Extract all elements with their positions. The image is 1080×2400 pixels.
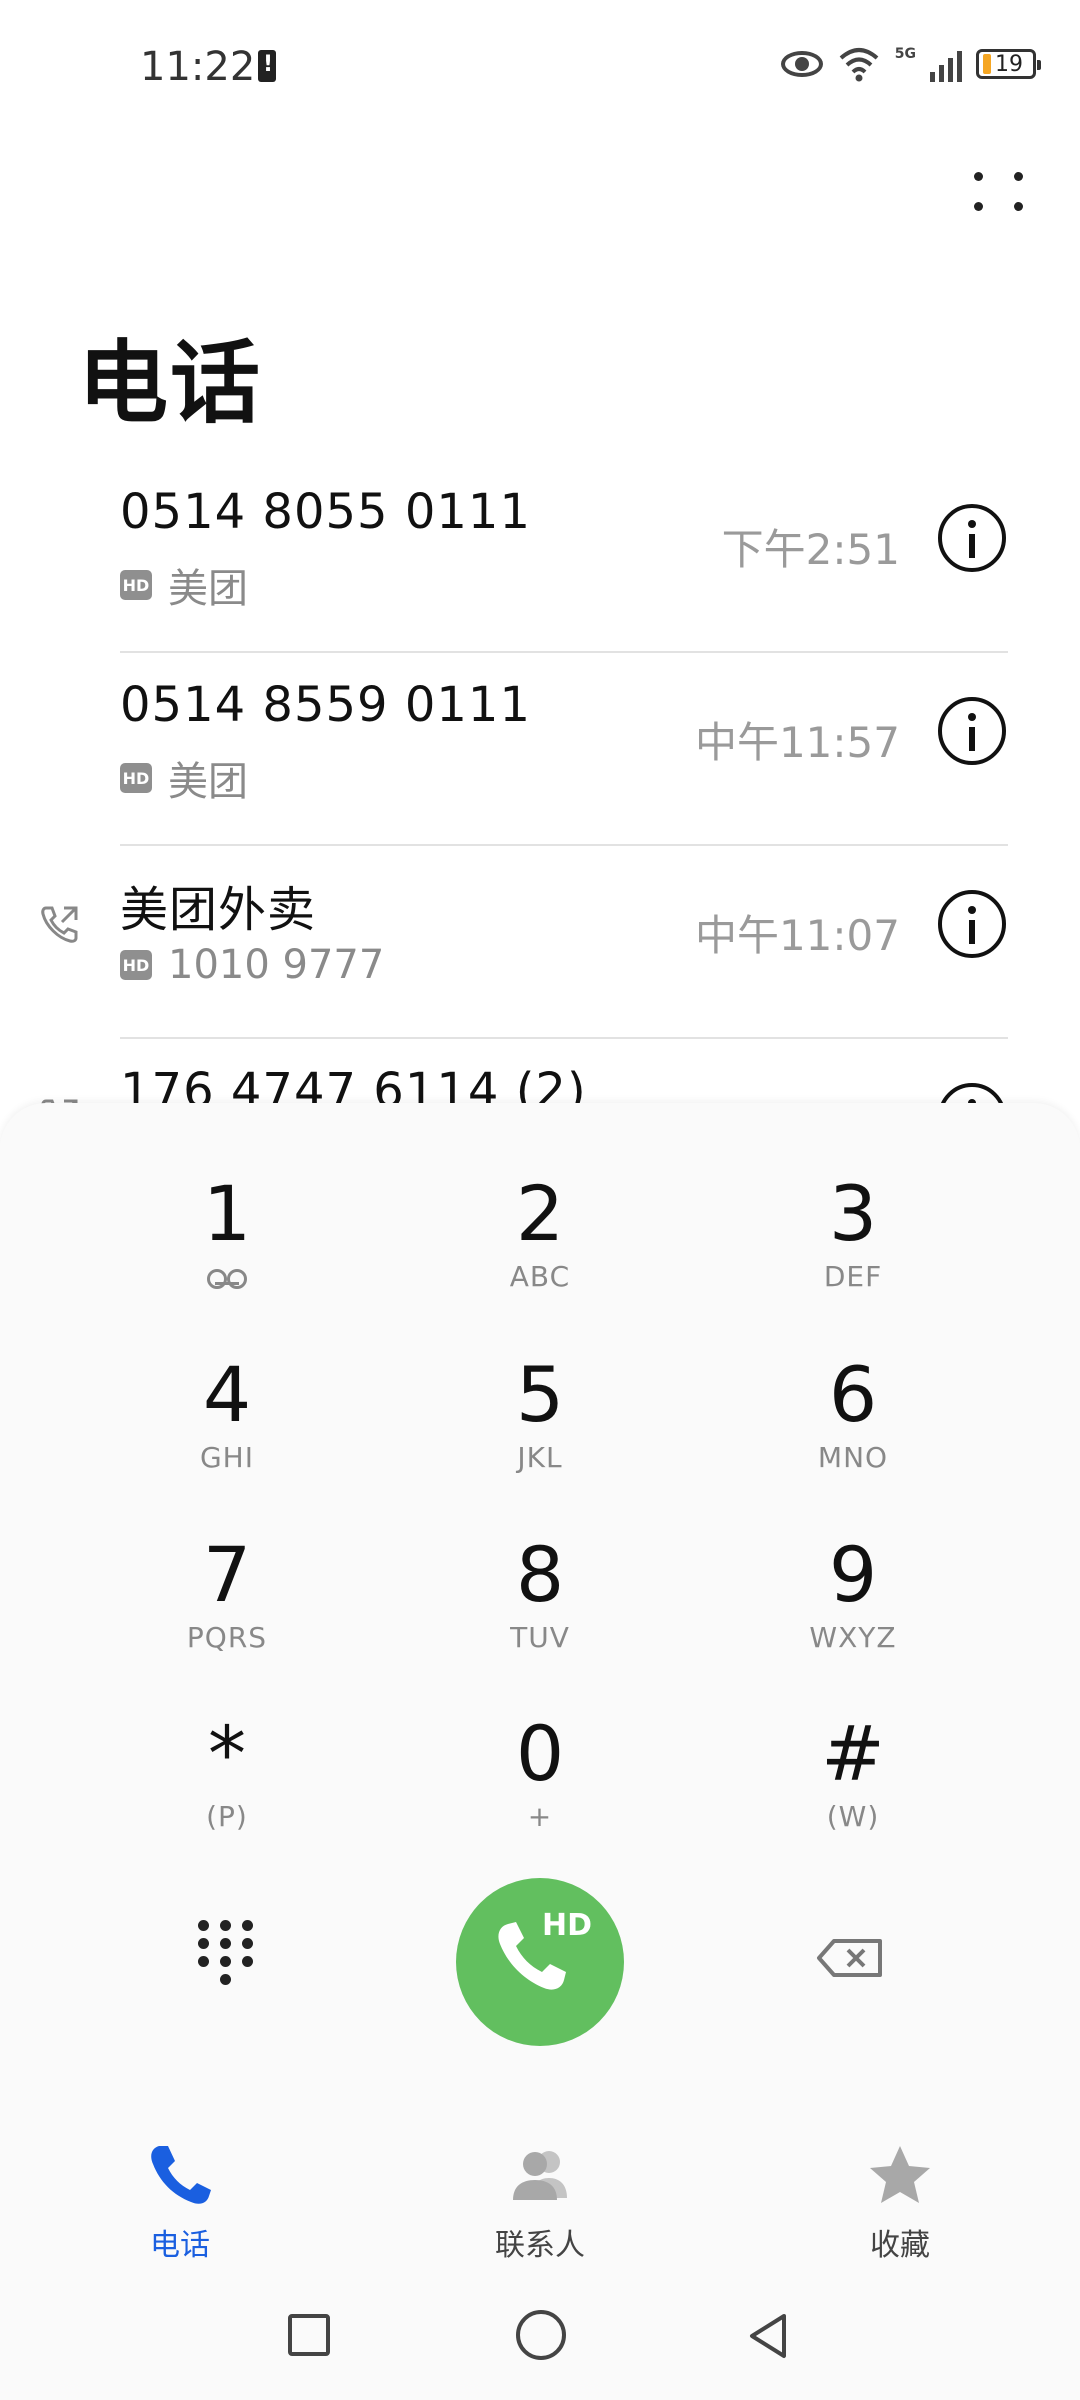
hd-badge: HD bbox=[542, 1908, 593, 1943]
call-button[interactable]: HD bbox=[456, 1878, 624, 2046]
call-time: 下午2:51 bbox=[721, 525, 900, 574]
call-contact-name: 美团外卖 bbox=[120, 882, 317, 938]
call-label: 1010 9777 bbox=[168, 942, 385, 988]
system-nav-bar bbox=[0, 2272, 1080, 2400]
call-subtitle: HD 美团 bbox=[120, 749, 248, 807]
call-time: 中午11:07 bbox=[694, 911, 900, 960]
hd-icon: HD bbox=[120, 570, 152, 600]
dial-key-8[interactable]: 8 TUV bbox=[420, 1530, 660, 1690]
wifi-icon bbox=[839, 48, 879, 82]
tab-contacts-label: 联系人 bbox=[495, 2228, 585, 2263]
tab-favorites-label: 收藏 bbox=[870, 2228, 930, 2263]
page-title: 电话 bbox=[78, 331, 262, 436]
tab-favorites[interactable]: 收藏 bbox=[800, 2140, 1000, 2264]
status-time: 11:22 bbox=[140, 44, 256, 90]
tab-phone[interactable]: 电话 bbox=[80, 2140, 280, 2264]
info-icon[interactable] bbox=[938, 504, 1006, 572]
tab-contacts[interactable]: 联系人 bbox=[440, 2140, 640, 2264]
tab-phone-label: 电话 bbox=[150, 2228, 210, 2263]
dial-key-2[interactable]: 2 ABC bbox=[420, 1169, 660, 1329]
dial-key-star[interactable]: * (P) bbox=[107, 1709, 347, 1869]
contacts-icon bbox=[513, 2151, 567, 2200]
battery-level: 19 bbox=[995, 51, 1023, 77]
call-subtitle: HD 美团 bbox=[120, 556, 248, 614]
outgoing-call-icon bbox=[41, 906, 78, 943]
dial-key-0[interactable]: 0 + bbox=[420, 1709, 660, 1869]
home-icon[interactable] bbox=[516, 2310, 566, 2360]
hd-icon: HD bbox=[120, 950, 152, 980]
keypad-toggle-icon[interactable] bbox=[196, 1920, 256, 1990]
recent-apps-icon[interactable] bbox=[288, 2314, 330, 2356]
star-icon bbox=[870, 2146, 930, 2203]
call-log-row[interactable]: 0514 8055 0111 HD 美团 下午2:51 bbox=[0, 460, 1080, 653]
voicemail-icon bbox=[207, 1269, 247, 1289]
call-time: 中午11:57 bbox=[694, 718, 900, 767]
call-number: 0514 8559 0111 bbox=[120, 677, 531, 733]
bottom-nav: 电话 联系人 收藏 bbox=[0, 2112, 1080, 2272]
dial-key-4[interactable]: 4 GHI bbox=[107, 1350, 347, 1510]
info-icon[interactable] bbox=[938, 890, 1006, 958]
dial-key-1[interactable]: 1 bbox=[107, 1169, 347, 1329]
backspace-icon[interactable] bbox=[816, 1938, 884, 1978]
call-log-row[interactable]: 0514 8559 0111 HD 美团 中午11:57 bbox=[0, 653, 1080, 846]
call-log-row[interactable]: 美团外卖 HD 1010 9777 中午11:07 bbox=[0, 846, 1080, 1039]
phone-icon bbox=[151, 2146, 211, 2204]
call-subtitle: HD 1010 9777 bbox=[120, 942, 384, 988]
dial-key-9[interactable]: 9 WXYZ bbox=[733, 1530, 973, 1690]
signal-icon bbox=[930, 46, 962, 82]
hd-icon: HD bbox=[120, 763, 152, 793]
back-icon[interactable] bbox=[744, 2310, 792, 2362]
more-options-icon[interactable] bbox=[970, 160, 1030, 220]
dial-key-5[interactable]: 5 JKL bbox=[420, 1350, 660, 1510]
eye-comfort-icon bbox=[780, 51, 823, 77]
dial-key-7[interactable]: 7 PQRS bbox=[107, 1530, 347, 1690]
info-icon[interactable] bbox=[938, 697, 1006, 765]
battery-icon: 19 bbox=[976, 49, 1041, 79]
battery-saver-icon bbox=[258, 50, 276, 82]
dial-key-3[interactable]: 3 DEF bbox=[733, 1169, 973, 1329]
call-label: 美团 bbox=[168, 759, 248, 805]
status-icons: 5G 19 bbox=[780, 44, 1041, 84]
dial-key-hash[interactable]: # (W) bbox=[733, 1709, 973, 1869]
dial-key-6[interactable]: 6 MNO bbox=[733, 1350, 973, 1510]
status-bar: 11:22 5G 19 bbox=[0, 0, 1080, 130]
call-number: 0514 8055 0111 bbox=[120, 484, 531, 540]
call-label: 美团 bbox=[168, 566, 248, 612]
network-type: 5G bbox=[894, 46, 916, 62]
